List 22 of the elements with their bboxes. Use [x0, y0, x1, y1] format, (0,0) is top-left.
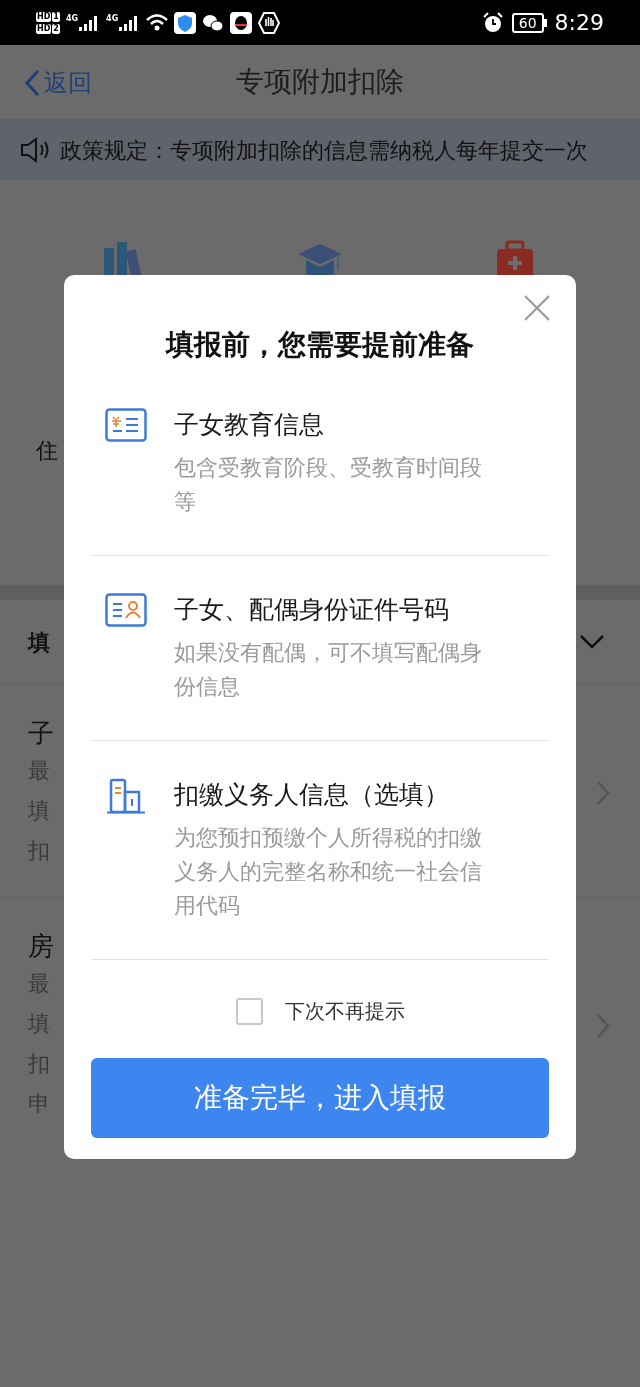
network-type: 4G	[106, 13, 119, 24]
section-title: 填	[28, 628, 50, 657]
category-label: 住	[36, 438, 58, 464]
record-title: 子	[28, 717, 54, 750]
sim-label: HD	[36, 23, 52, 34]
sim-slot: 1	[52, 11, 60, 22]
checkbox-label: 下次不再提示	[284, 998, 405, 1025]
page-title: 专项附加扣除	[236, 64, 404, 100]
sim-label: HD	[36, 11, 52, 22]
notice-text: 政策规定：专项附加扣除的信息需纳税人每年提交一次	[60, 136, 588, 165]
battery-level: 60	[511, 12, 544, 33]
item-description: 包含受教育阶段、受教育时间段等	[174, 454, 483, 516]
item-description: 为您预扣预缴个人所得税的扣缴义务人的完整名称和统一社会信用代码	[174, 824, 483, 920]
network-type: 4G	[65, 13, 79, 24]
item-title: 子女、配偶身份证件号码	[174, 594, 450, 626]
item-title: 扣缴义务人信息（选填）	[174, 779, 450, 811]
item-description: 如果没有配偶，可不填写配偶身份信息	[174, 639, 483, 701]
status-time: 8:29	[554, 9, 604, 37]
item-title: 子女教育信息	[174, 409, 325, 441]
record-title: 房	[28, 930, 54, 963]
sim-slot: 2	[52, 23, 60, 34]
dialog-title: 填报前，您需要提前准备	[164, 327, 475, 363]
